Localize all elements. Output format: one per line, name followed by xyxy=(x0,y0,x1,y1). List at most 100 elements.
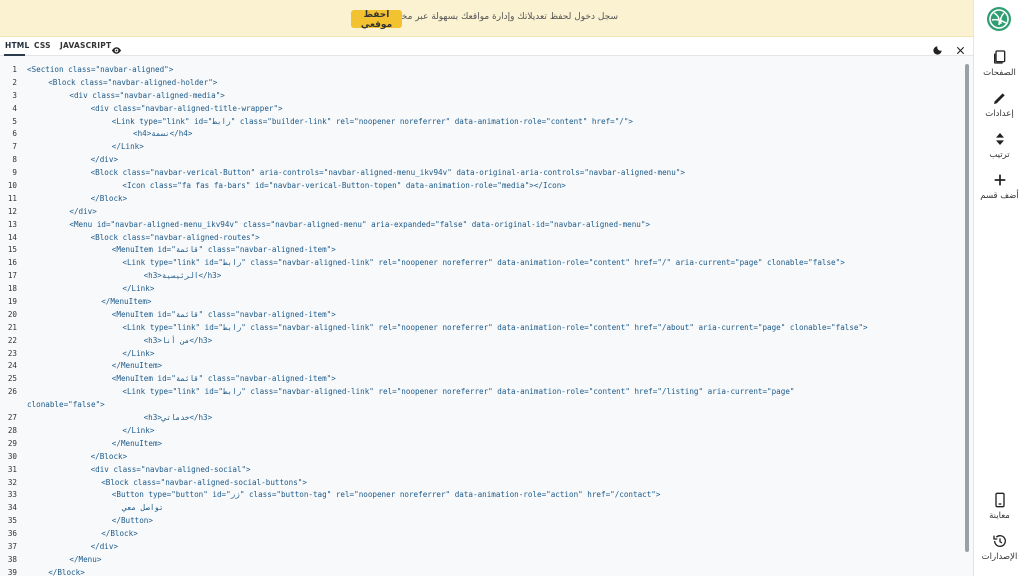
line-number: 23 xyxy=(7,348,17,358)
code-text: </Block> xyxy=(90,451,128,461)
save-site-button[interactable]: احفظ موقعي xyxy=(351,10,402,30)
code-line[interactable]: 6 <h4>نسمة</h4> xyxy=(0,128,960,141)
code-text: <Icon class="fa fas fa-bars" id="navbar-… xyxy=(122,181,566,191)
pencil-icon xyxy=(993,93,1005,104)
code-line[interactable]: 14 <Block class="navbar-aligned-routes"> xyxy=(0,232,960,245)
code-text: </Button> xyxy=(111,516,153,526)
code-line[interactable]: 19 </MenuItem> xyxy=(0,296,960,309)
code-text: </Link> xyxy=(122,284,155,294)
code-line[interactable]: 8 </div> xyxy=(0,154,960,167)
code-line[interactable]: 15 <MenuItem id="قائمة" class="navbar-ali… xyxy=(0,244,960,257)
code-text: <div class="navbar-aligned-media"> xyxy=(69,90,225,100)
code-text: <Link type="link" id="رابط" class="build… xyxy=(111,116,634,126)
code-editor[interactable]: 1 <Section class="navbar-aligned"> 2 <Block… xyxy=(0,58,973,576)
tab-css[interactable]: CSS xyxy=(34,41,51,50)
code-line[interactable]: 16 <Link type="link" id="رابط" class="nav… xyxy=(0,257,960,270)
line-number: 27 xyxy=(7,413,17,423)
right-sidebar: الصفحات إعدادات ترتيب أضف قسم معاينة الإ… xyxy=(973,0,1024,576)
code-line[interactable]: 5 <Link type="link" id="رابط" class="buil… xyxy=(0,116,960,129)
sidebar-item-sort[interactable]: ترتيب xyxy=(974,131,1024,160)
code-text: </div> xyxy=(90,155,119,165)
code-line[interactable]: 29 </MenuItem> xyxy=(0,438,960,451)
sidebar-item-label: الإصدارات xyxy=(981,552,1018,562)
code-line[interactable]: 18 </Link> xyxy=(0,283,960,296)
code-line[interactable]: 28 </Link> xyxy=(0,425,960,438)
code-line[interactable]: 12 </div> xyxy=(0,206,960,219)
code-line[interactable]: 2 <Block class="navbar-aligned-holder"> xyxy=(0,77,960,90)
code-text: </MenuItem> xyxy=(101,297,152,307)
code-line[interactable]: 10 <Icon class="fa fas fa-bars" id="navba… xyxy=(0,180,960,193)
line-number: 19 xyxy=(7,297,17,307)
line-number: 15 xyxy=(7,245,17,255)
line-number: 13 xyxy=(7,219,17,229)
line-number: 18 xyxy=(7,284,17,294)
sidebar-item-versions[interactable]: الإصدارات xyxy=(974,533,1024,562)
sidebar-item-label: إعدادات xyxy=(985,109,1014,119)
line-number: 11 xyxy=(7,193,17,203)
code-text: <Link type="link" id="رابط" class="navba… xyxy=(122,387,795,397)
code-line[interactable]: 33 <Button type="button" id="زر" class="b… xyxy=(0,489,960,502)
code-line[interactable]: 22 <h3>من أنا</h3> xyxy=(0,335,960,348)
code-text: </Block> xyxy=(101,529,138,539)
logo-icon[interactable] xyxy=(986,6,1012,32)
line-number: 38 xyxy=(7,554,17,564)
code-line[interactable]: 7 </Link> xyxy=(0,141,960,154)
code-text: <h3>من أنا</h3> xyxy=(143,335,213,345)
code-line[interactable]: 35 </Button> xyxy=(0,515,960,528)
code-text: </div> xyxy=(90,541,119,551)
line-number: 37 xyxy=(7,541,17,551)
line-number: 17 xyxy=(7,271,17,281)
line-number: 34 xyxy=(7,503,17,513)
code-line[interactable]: 17 <h3>الرئيسية</h3> xyxy=(0,270,960,283)
sidebar-item-label: معاينة xyxy=(989,511,1010,521)
code-line[interactable]: 3 <div class="navbar-aligned-media"> xyxy=(0,90,960,103)
code-text: <MenuItem id="قائمة" class="navbar-align… xyxy=(111,374,336,384)
sidebar-item-settings[interactable]: إعدادات xyxy=(974,90,1024,119)
code-text: <h3>الرئيسية</h3> xyxy=(143,271,222,281)
code-line[interactable]: 23 </Link> xyxy=(0,348,960,361)
code-line[interactable]: 36 </Block> xyxy=(0,528,960,541)
code-line[interactable]: 26 <Link type="link" id="رابط" class="nav… xyxy=(0,386,960,399)
line-number: 4 xyxy=(12,103,17,113)
code-line[interactable]: 21 <Link type="link" id="رابط" class="nav… xyxy=(0,322,960,335)
editor-tabbar: HTML CSS JAVASCRIPT xyxy=(0,37,973,56)
code-text: </Block> xyxy=(90,193,128,203)
line-number: 31 xyxy=(7,464,17,474)
code-line[interactable]: 31 <div class="navbar-aligned-social"> xyxy=(0,464,960,477)
line-number: 24 xyxy=(7,361,17,371)
code-line[interactable]: 24 </MenuItem> xyxy=(0,360,960,373)
line-number: 8 xyxy=(12,155,17,165)
editor-scrollbar[interactable] xyxy=(965,64,969,552)
code-line[interactable]: 34 تواصل معي xyxy=(0,502,960,515)
tab-javascript[interactable]: JAVASCRIPT xyxy=(60,41,111,50)
code-line[interactable]: 30 </Block> xyxy=(0,451,960,464)
code-line[interactable]: 13 <Menu id="navbar-aligned-menu_ikv94v" … xyxy=(0,219,960,232)
code-line[interactable]: 25 <MenuItem id="قائمة" class="navbar-ali… xyxy=(0,373,960,386)
code-line[interactable]: 1 <Section class="navbar-aligned"> xyxy=(0,64,960,77)
code-lines: 1 <Section class="navbar-aligned"> 2 <Block… xyxy=(0,64,960,576)
line-number: 16 xyxy=(7,258,17,268)
code-line[interactable]: 38 </Menu> xyxy=(0,554,960,567)
code-line[interactable]: 11 </Block> xyxy=(0,193,960,206)
tab-html[interactable]: HTML xyxy=(5,41,29,50)
line-number: 29 xyxy=(7,438,17,448)
code-line[interactable]: 20 <MenuItem id="قائمة" class="navbar-ali… xyxy=(0,309,960,322)
code-text: <h3>خدماتي</h3> xyxy=(143,413,213,423)
code-line[interactable]: 37 </div> xyxy=(0,541,960,554)
code-text: <Menu id="navbar-aligned-menu_ikv94v" cl… xyxy=(69,219,651,229)
code-line[interactable]: 27 <h3>خدماتي</h3> xyxy=(0,412,960,425)
code-text: <Section class="navbar-aligned"> xyxy=(27,65,174,74)
code-line[interactable]: 32 <Block class="navbar-aligned-social-bu… xyxy=(0,477,960,490)
line-number: 28 xyxy=(7,425,17,435)
code-line[interactable]: 9 <Block class="navbar-verical-Button" ar… xyxy=(0,167,960,180)
code-line[interactable]: clonable="false"> xyxy=(0,399,960,412)
line-number: 14 xyxy=(7,232,17,242)
line-number: 12 xyxy=(7,206,17,216)
code-text: clonable="false"> xyxy=(27,400,105,410)
code-line[interactable]: 39 </Block> xyxy=(0,567,960,576)
sidebar-item-preview[interactable]: معاينة xyxy=(974,492,1024,521)
code-text: </Link> xyxy=(122,348,155,358)
sidebar-item-add-section[interactable]: أضف قسم xyxy=(974,172,1024,201)
sidebar-item-pages[interactable]: الصفحات xyxy=(974,49,1024,78)
code-line[interactable]: 4 <div class="navbar-aligned-title-wrappe… xyxy=(0,103,960,116)
